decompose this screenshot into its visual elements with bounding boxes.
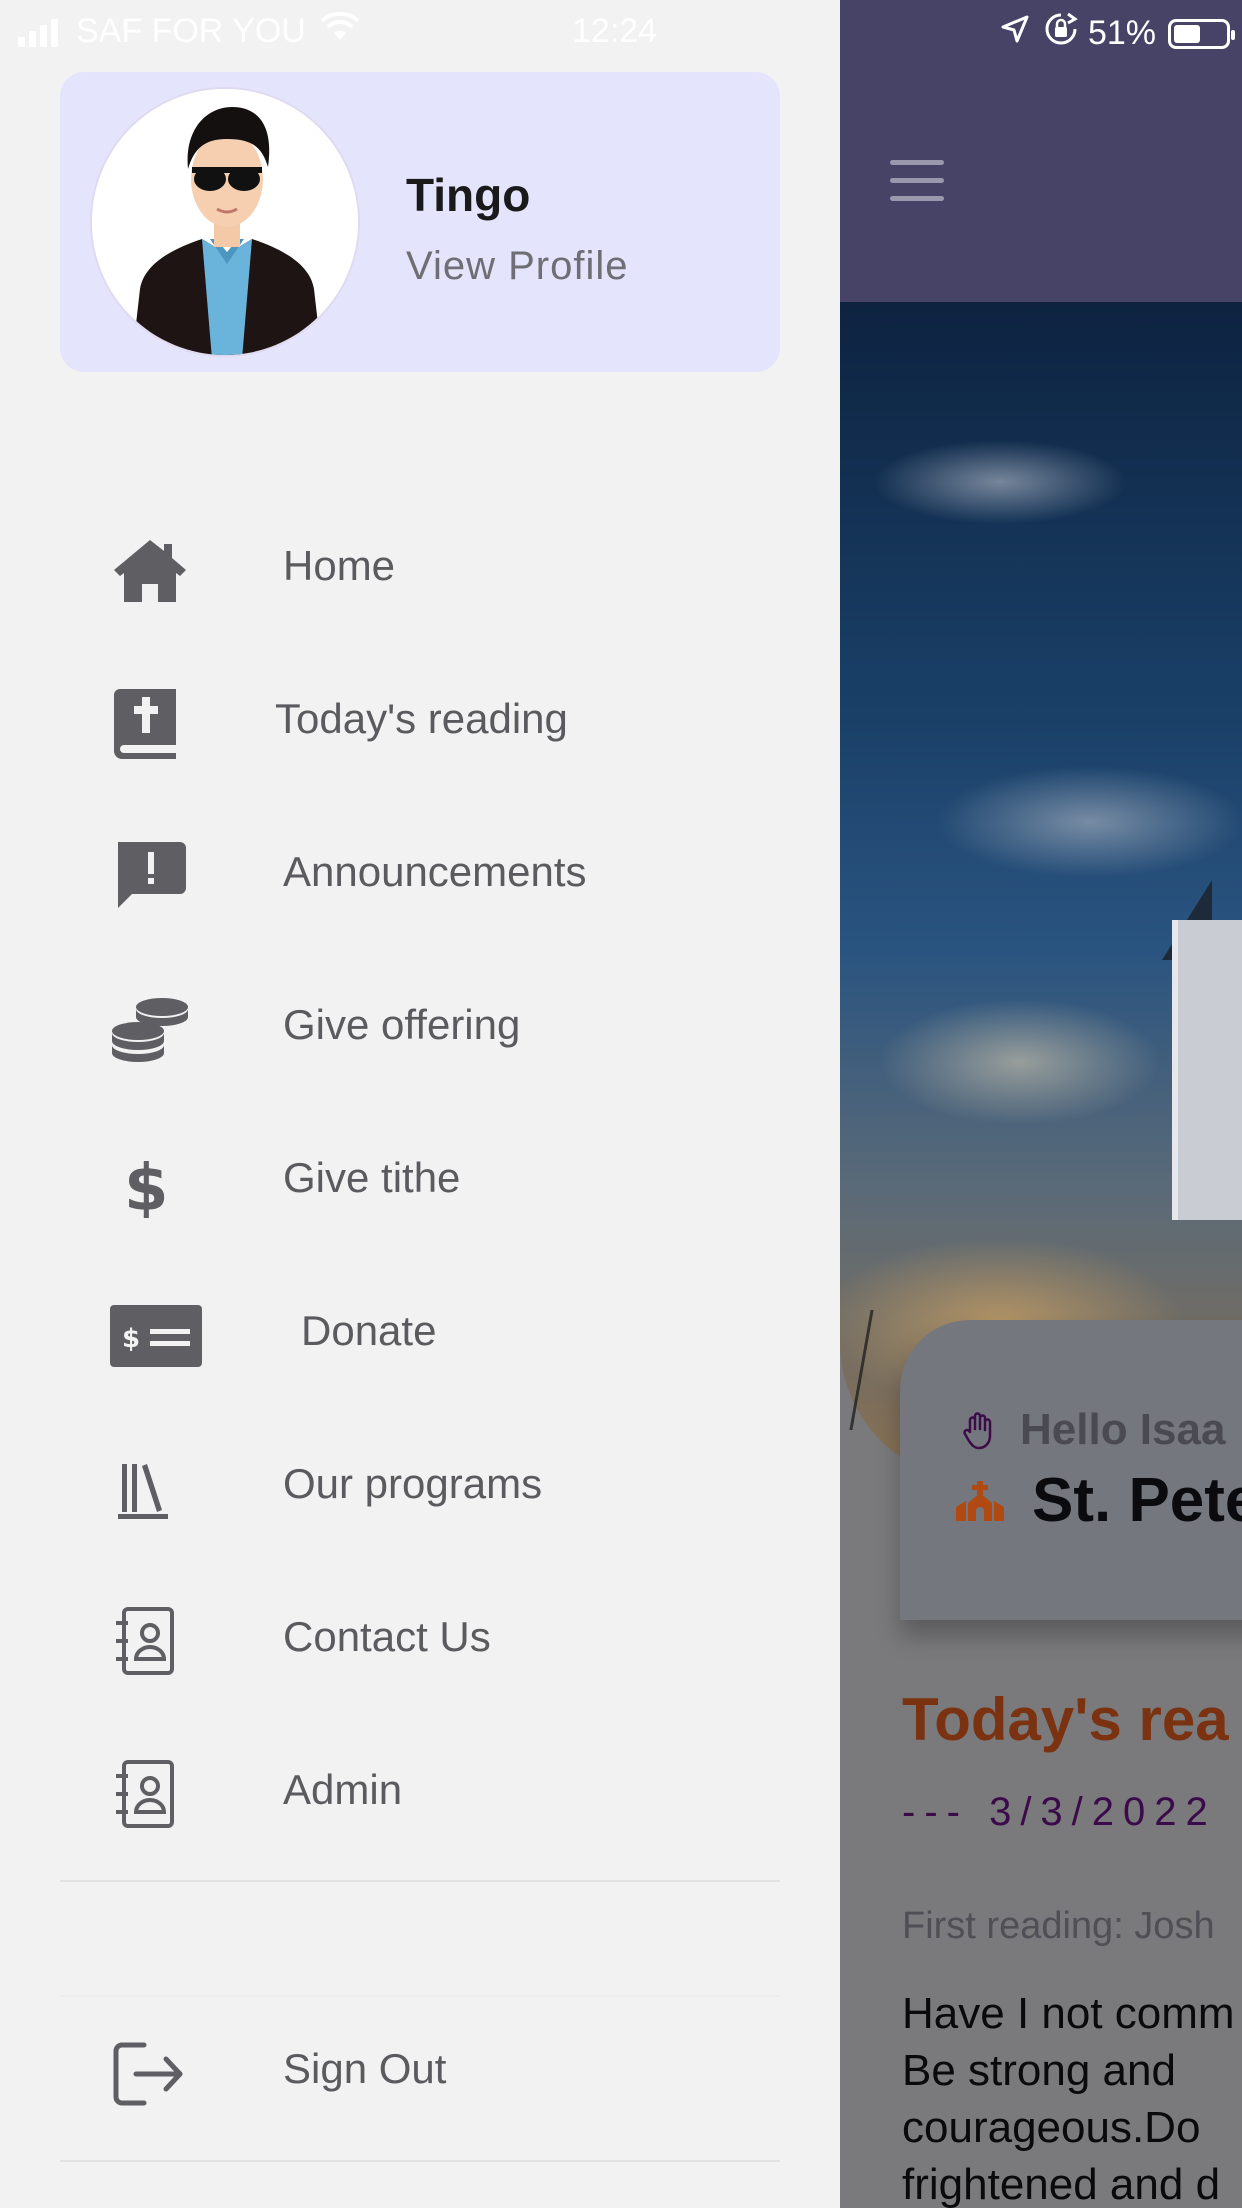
reading-date: --- 3/3/2022 xyxy=(902,1790,1217,1834)
wifi-icon xyxy=(320,11,360,51)
welcome-card: Hello Isaa St. Pete xyxy=(900,1320,1242,1620)
clock: 12:24 xyxy=(572,12,658,50)
profile-name: Tingo xyxy=(406,169,531,221)
carrier-name: SAF FOR YOU xyxy=(76,12,306,50)
reading-title: Today's rea xyxy=(902,1686,1229,1753)
status-bar: SAF FOR YOU 12:24 51% xyxy=(0,0,1242,62)
reading-line: courageous.Do xyxy=(902,2103,1201,2152)
battery-icon xyxy=(1168,18,1235,49)
first-reading-label: First reading: Josh xyxy=(902,1905,1215,1947)
location-icon xyxy=(1000,14,1030,53)
church-icon xyxy=(956,1480,1004,1521)
menu-item-give-offering[interactable]: Give offering xyxy=(0,951,840,1104)
main-screen: Hello Isaa St. Pete Today's rea --- 3/3/… xyxy=(840,0,1242,2208)
reading-body: Have I not comm Be strong and courageous… xyxy=(902,1985,1242,2208)
reading-line: frightened and d xyxy=(902,2160,1221,2208)
bible-icon xyxy=(110,689,190,759)
sign-out-label: Sign Out xyxy=(283,2045,447,2092)
contact-book-icon xyxy=(110,1760,190,1830)
divider xyxy=(60,2160,780,2162)
hand-icon xyxy=(960,1410,1000,1450)
sign-out-icon xyxy=(110,2039,190,2109)
menu-item-todays-reading[interactable]: Today's reading xyxy=(0,645,840,798)
church-building xyxy=(1172,920,1242,1220)
menu-item-label: Today's reading xyxy=(275,695,568,742)
menu-item-label: Our programs xyxy=(283,1460,543,1507)
menu-item-label: Admin xyxy=(283,1766,403,1813)
menu-item-our-programs[interactable]: Our programs xyxy=(0,1410,840,1563)
view-profile-link[interactable]: View Profile xyxy=(406,244,628,289)
home-icon xyxy=(110,536,190,606)
contact-book-icon xyxy=(110,1607,190,1677)
divider xyxy=(60,1880,780,1882)
svg-text:$: $ xyxy=(124,1152,169,1218)
menu-item-label: Give tithe xyxy=(283,1154,461,1201)
menu-item-donate[interactable]: $ Donate xyxy=(0,1257,840,1410)
svg-text:$: $ xyxy=(122,1324,140,1354)
menu-item-contact-us[interactable]: Contact Us xyxy=(0,1563,840,1716)
menu-item-home[interactable]: Home xyxy=(0,492,840,645)
menu-item-admin[interactable]: Admin xyxy=(0,1716,840,1869)
menu-item-announcements[interactable]: Announcements xyxy=(0,798,840,951)
coins-icon xyxy=(110,995,190,1065)
menu-item-label: Contact Us xyxy=(283,1613,491,1660)
menu-icon[interactable] xyxy=(890,160,944,201)
reading-line: Have I not comm xyxy=(902,1989,1235,2038)
greeting-text: Hello Isaa xyxy=(1020,1405,1226,1454)
menu-item-label: Announcements xyxy=(283,848,587,895)
announcement-icon xyxy=(110,842,190,912)
menu-item-label: Give offering xyxy=(283,1001,521,1048)
money-check-icon: $ xyxy=(110,1301,202,1371)
reading-line: Be strong and xyxy=(902,2046,1176,2095)
signal-icon xyxy=(18,17,62,47)
avatar[interactable] xyxy=(90,87,360,357)
battery-percent: 51% xyxy=(1087,14,1156,52)
sign-out-button[interactable]: Sign Out xyxy=(0,1995,840,2148)
rotation-lock-icon xyxy=(1044,12,1078,55)
menu-item-label: Home xyxy=(283,542,396,589)
church-name: St. Pete xyxy=(1032,1466,1242,1535)
menu-item-label: Donate xyxy=(301,1307,437,1354)
profile-card[interactable]: Tingo View Profile xyxy=(60,72,780,372)
library-icon xyxy=(110,1454,190,1524)
dollar-icon: $ xyxy=(110,1148,190,1226)
menu-item-give-tithe[interactable]: $ Give tithe xyxy=(0,1104,840,1257)
navigation-drawer: Tingo View Profile Home Today's reading xyxy=(0,0,840,2208)
